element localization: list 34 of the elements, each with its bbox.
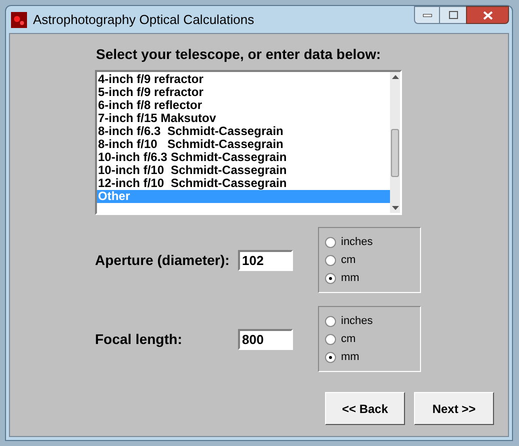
maximize-icon: [448, 11, 458, 19]
value-field[interactable]: 102: [238, 250, 293, 270]
list-item[interactable]: 10-inch f/6.3 Schmidt-Cassegrain: [97, 151, 390, 164]
list-item[interactable]: 8-inch f/6.3 Schmidt-Cassegrain: [97, 125, 390, 138]
scroll-thumb[interactable]: [391, 129, 399, 177]
list-item[interactable]: 4-inch f/9 refractor: [97, 73, 390, 86]
list-item[interactable]: 5-inch f/9 refractor: [97, 86, 390, 99]
scrollbar[interactable]: [390, 72, 400, 213]
app-icon: [11, 12, 27, 28]
value-field[interactable]: 800: [238, 328, 293, 350]
next-button[interactable]: Next >>: [414, 392, 494, 425]
list-item[interactable]: 12-inch f/10 Schmidt-Cassegrain: [97, 177, 390, 190]
window-title: Astrophotography Optical Calculations: [33, 10, 254, 29]
unit-radio[interactable]: mm: [325, 350, 360, 364]
minimize-button[interactable]: [414, 6, 440, 24]
scroll-down-icon: [392, 206, 398, 210]
list-item[interactable]: 8-inch f/10 Schmidt-Cassegrain: [97, 138, 390, 151]
list-item[interactable]: 10-inch f/10 Schmidt-Cassegrain: [97, 164, 390, 177]
unit-radio[interactable]: inches: [325, 234, 373, 250]
back-button[interactable]: << Back: [325, 392, 405, 425]
unit-radio[interactable]: cm: [325, 252, 356, 268]
prompt-label: Select your telescope, or enter data below:: [96, 45, 382, 64]
scroll-up-icon: [392, 75, 398, 79]
unit-radio[interactable]: inches: [325, 314, 373, 328]
unit-radio[interactable]: mm: [325, 270, 360, 286]
close-button[interactable]: [466, 6, 509, 24]
list-item[interactable]: 7-inch f/15 Maksutov: [97, 112, 390, 125]
maximize-button[interactable]: [440, 6, 466, 24]
list-item[interactable]: 6-inch f/8 reflector: [97, 99, 390, 112]
field-label: Focal length:: [95, 330, 184, 349]
close-icon: [482, 10, 492, 20]
field-label: Aperture (diameter):: [95, 250, 231, 270]
unit-radio[interactable]: cm: [325, 332, 356, 346]
minimize-icon: [422, 14, 432, 16]
